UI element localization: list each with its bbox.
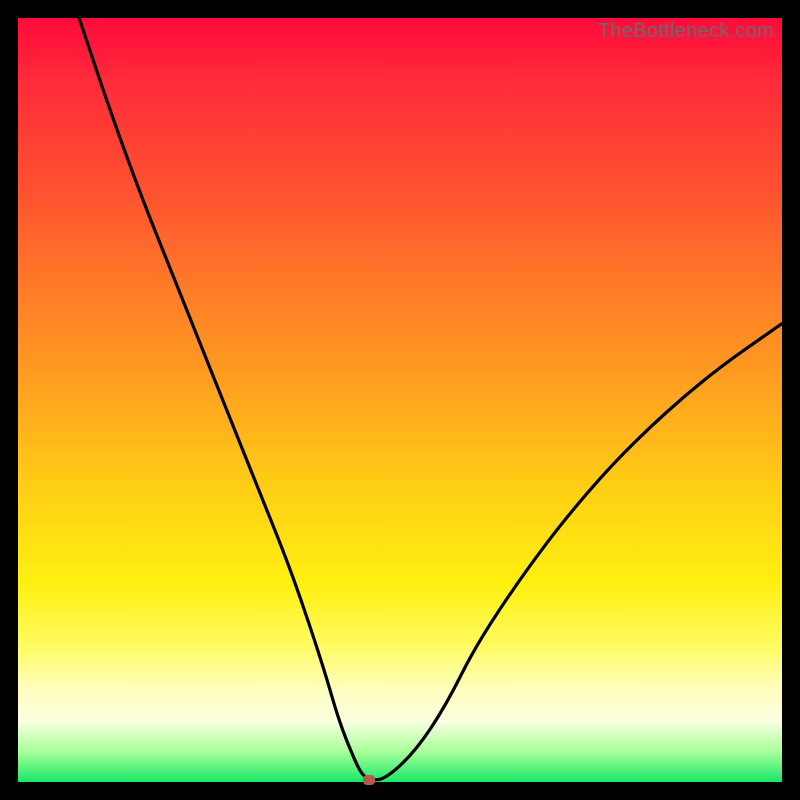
chart-frame: TheBottleneck.com (0, 0, 800, 800)
optimal-point-marker (363, 775, 375, 785)
plot-area: TheBottleneck.com (18, 18, 782, 782)
bottleneck-curve (18, 18, 782, 782)
curve-path (79, 18, 782, 780)
